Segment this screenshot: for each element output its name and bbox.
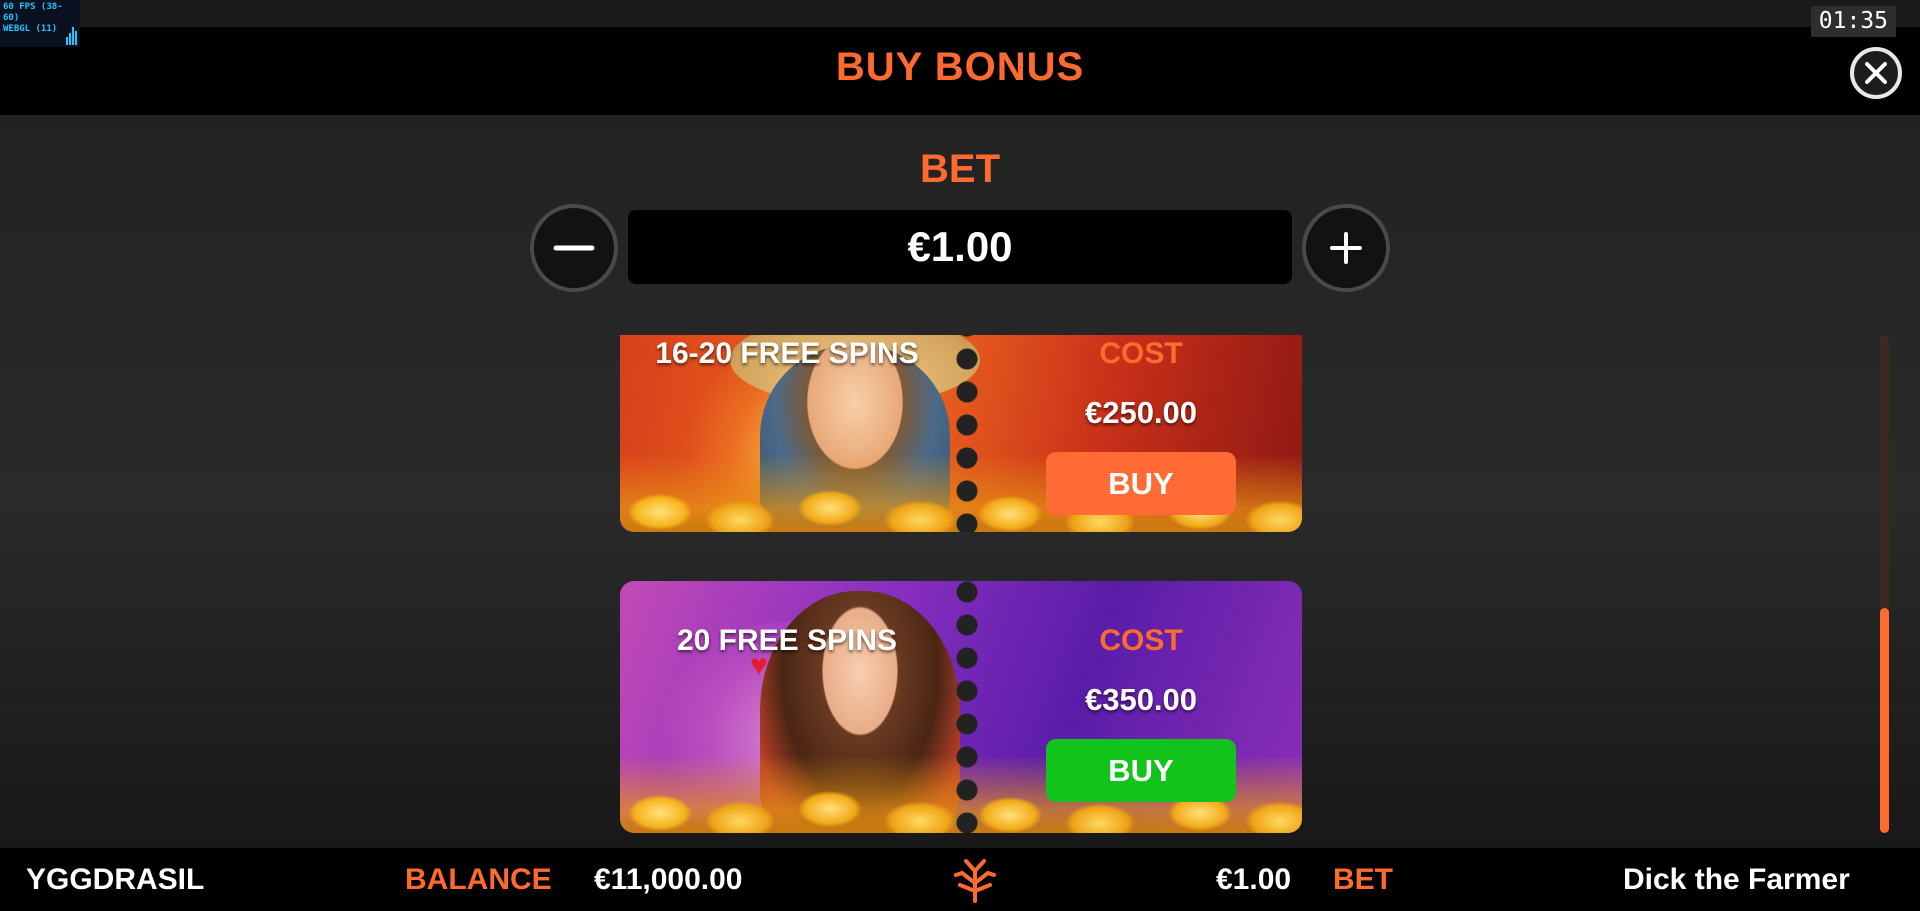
yggdrasil-tree-icon	[954, 859, 996, 903]
cost-value: €250.00	[1084, 395, 1198, 430]
buy-bonus-header: BUY BONUS	[0, 27, 1920, 115]
fps-text: 60 FPS (38-60)	[3, 2, 63, 23]
fps-graph-icon	[66, 27, 78, 45]
scrollbar-track[interactable]	[1880, 335, 1889, 833]
increase-bet-button[interactable]	[1302, 204, 1390, 292]
cost-label: COST	[1099, 624, 1183, 657]
fps-counter: 60 FPS (38-60) WEBGL (11)	[0, 0, 80, 47]
footer-bet-label: BET	[1333, 863, 1393, 896]
close-icon	[1865, 62, 1887, 84]
clock: 01:35	[1810, 6, 1896, 37]
buy-button[interactable]: BUY	[1046, 739, 1236, 802]
bonus-options-list: 16-20 FREE SPINS COST €250.00 BUY ♥ 20 F…	[618, 335, 1304, 833]
ticket-perforation	[954, 335, 980, 532]
scrollbar-thumb[interactable]	[1880, 608, 1889, 833]
bonus-title: 20 FREE SPINS	[676, 624, 898, 657]
ticket-perforation	[954, 581, 980, 833]
top-strip	[0, 0, 1920, 27]
close-button[interactable]	[1850, 47, 1902, 99]
bet-value-display: €1.00	[628, 210, 1292, 284]
game-name: Dick the Farmer	[1623, 863, 1850, 896]
page-title: BUY BONUS	[835, 45, 1085, 89]
status-footer: YGGDRASIL BALANCE €11,000.00 €1.00 BET D…	[0, 848, 1920, 911]
balance-label: BALANCE	[405, 863, 552, 896]
cost-value: €350.00	[1084, 682, 1198, 717]
bonus-card-16-20-free-spins: 16-20 FREE SPINS COST €250.00 BUY	[620, 335, 1302, 532]
footer-bet-value: €1.00	[1216, 863, 1292, 896]
brand-name: YGGDRASIL	[26, 863, 205, 896]
decrease-bet-button[interactable]	[530, 204, 618, 292]
buy-button[interactable]: BUY	[1046, 452, 1236, 515]
bet-label: BET	[920, 147, 1000, 191]
minus-icon	[553, 245, 595, 251]
balance-value: €11,000.00	[594, 863, 743, 896]
bonus-title: 16-20 FREE SPINS	[655, 337, 919, 370]
plus-icon	[1330, 232, 1362, 264]
bonus-card-20-free-spins: ♥ 20 FREE SPINS COST €350.00 BUY	[620, 581, 1302, 833]
cost-label: COST	[1099, 337, 1183, 370]
